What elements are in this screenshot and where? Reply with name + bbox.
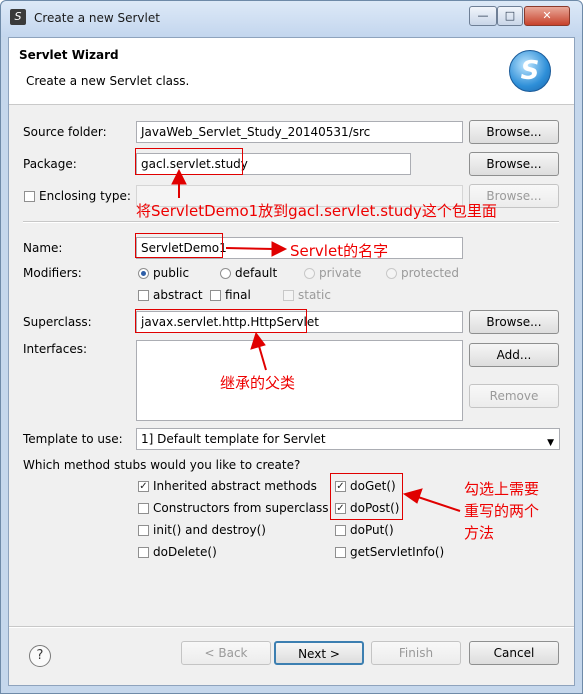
package-arrowhead-icon — [171, 168, 187, 185]
superclass-annotation: 继承的父类 — [220, 374, 296, 392]
methods-arrowhead-icon — [402, 488, 423, 504]
superclass-arrow — [258, 345, 267, 371]
name-annotation: Servlet的名字 — [290, 242, 389, 260]
name-arrow — [225, 247, 275, 250]
methods-annotation-line3: 方法 — [464, 524, 495, 542]
methods-annotation-line1: 勾选上需要 — [464, 480, 540, 498]
name-arrowhead-icon — [271, 241, 288, 257]
methods-annotation-line2: 重写的两个 — [464, 502, 540, 520]
annotation-arrows — [171, 168, 461, 512]
methods-arrow — [417, 496, 461, 512]
superclass-arrowhead-icon — [250, 331, 266, 350]
package-annotation: 将ServletDemo1放到gacl.servlet.study这个包里面 — [136, 202, 497, 220]
